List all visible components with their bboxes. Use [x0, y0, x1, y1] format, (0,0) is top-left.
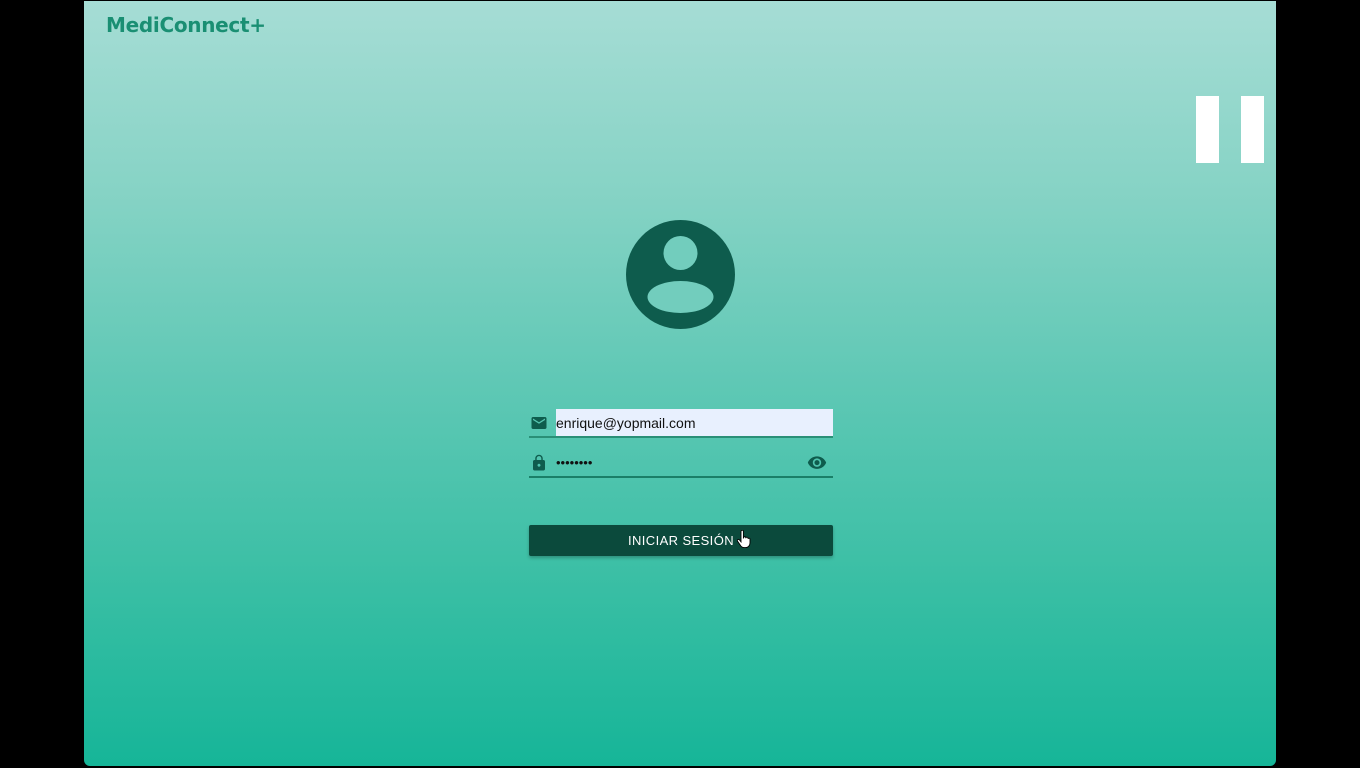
password-field: [529, 448, 833, 478]
hand-cursor-icon: [737, 530, 751, 548]
account-circle-icon: [626, 220, 735, 329]
pause-bar-right: [1241, 96, 1264, 163]
login-button[interactable]: INICIAR SESIÓN: [529, 525, 833, 556]
pause-icon[interactable]: [1196, 96, 1264, 163]
pause-bar-left: [1196, 96, 1219, 163]
brand-logo: MediConnect+: [106, 13, 266, 37]
password-input[interactable]: [556, 449, 796, 476]
lock-icon: [533, 454, 545, 471]
email-field: [529, 408, 833, 438]
login-screen: MediConnect+ INICIAR SESIÓN: [84, 1, 1276, 766]
mail-icon: [531, 417, 547, 429]
eye-icon[interactable]: [807, 455, 827, 471]
email-input[interactable]: [556, 409, 833, 436]
